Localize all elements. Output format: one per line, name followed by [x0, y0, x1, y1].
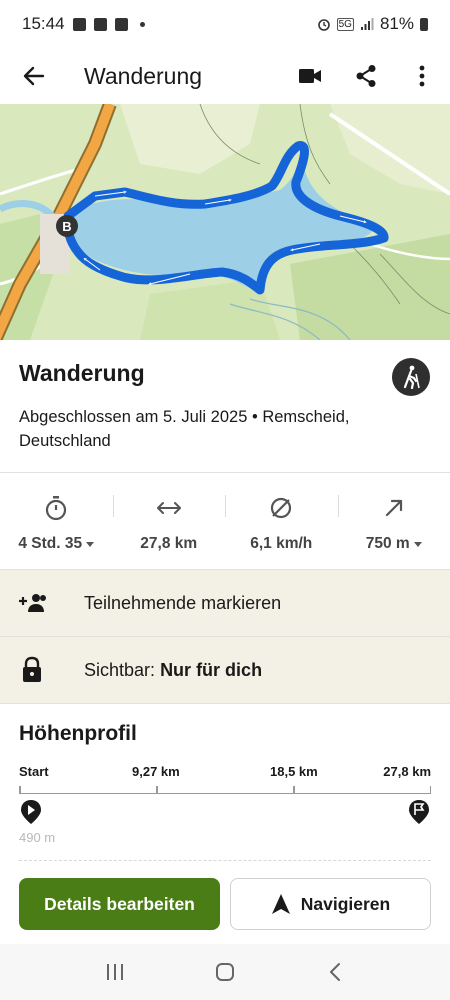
5g-icon: 5G	[336, 17, 354, 31]
navigate-label: Navigieren	[300, 893, 391, 914]
axis-label-1: 9,27 km	[132, 764, 180, 779]
activity-title: Wanderung	[19, 360, 145, 386]
elevation-markers	[19, 798, 431, 828]
stat-duration[interactable]: 4 Std. 35	[0, 473, 113, 569]
elevation-x-axis	[19, 786, 431, 794]
activity-header: Wanderung Abgeschlossen am 5. Juli 2025 …	[0, 340, 450, 472]
page-title: Wanderung	[84, 62, 203, 89]
elevation-axis-labels: Start 9,27 km 18,5 km 27,8 km	[19, 764, 431, 782]
duration-value-text: 4 Std. 35	[18, 535, 83, 552]
elevation-gridline	[19, 860, 431, 861]
arrow-back-icon	[23, 66, 45, 86]
recent-apps-icon	[107, 964, 123, 980]
status-bar: 15:44 5G 81%	[0, 0, 450, 48]
activity-type-button[interactable]	[392, 358, 430, 396]
app-bar-actions	[282, 48, 450, 104]
elevation-profile: Höhenprofil Start 9,27 km 18,5 km 27,8 k…	[0, 704, 450, 864]
activity-subtitle: Abgeschlossen am 5. Juli 2025 • Remschei…	[19, 408, 350, 450]
stat-elevation-value: 750 m	[366, 535, 422, 553]
distance-icon	[156, 495, 182, 521]
axis-tick	[19, 786, 21, 794]
status-time: 15:44	[22, 14, 65, 33]
elevation-y-label: 490 m	[19, 830, 56, 845]
stat-distance-value: 27,8 km	[140, 535, 198, 552]
signal-icon	[360, 18, 374, 30]
back-chevron-icon	[330, 963, 340, 981]
start-flag-icon	[21, 800, 41, 824]
route-start-marker[interactable]: B	[56, 215, 78, 237]
average-speed-icon	[269, 495, 293, 521]
navigate-button[interactable]: Navigieren	[230, 878, 431, 930]
chevron-down-icon	[86, 541, 95, 547]
axis-label-2: 18,5 km	[270, 764, 318, 779]
edit-details-button[interactable]: Details bearbeiten	[19, 878, 220, 930]
activity-stats: 4 Std. 35 27,8 km 6,1 km/h 750 m	[0, 473, 450, 569]
alarm-icon	[317, 19, 330, 31]
status-bar-left: 15:44	[22, 14, 145, 34]
battery-icon	[420, 17, 428, 31]
back-button[interactable]	[0, 48, 68, 104]
stat-elevation[interactable]: 750 m	[337, 473, 450, 569]
status-bar-right: 5G 81%	[317, 14, 428, 34]
route-map[interactable]: B	[0, 104, 450, 340]
visibility-value: Nur für dich	[160, 659, 263, 680]
back-nav-button[interactable]	[305, 952, 365, 992]
stopwatch-icon	[44, 495, 68, 521]
stat-distance: 27,8 km	[112, 473, 226, 569]
stat-speed-value: 6,1 km/h	[250, 535, 313, 552]
stat-duration-value: 4 Std. 35	[18, 535, 95, 553]
axis-tick	[156, 786, 158, 794]
add-person-icon	[0, 593, 84, 613]
navigation-arrow-icon	[271, 894, 290, 914]
map-canvas: B	[0, 104, 450, 340]
elevation-icon	[384, 495, 404, 521]
tag-participants-label: Teilnehmende markieren	[84, 592, 282, 613]
home-icon	[216, 963, 234, 981]
system-nav-bar	[0, 944, 450, 1000]
start-marker-label: B	[62, 219, 71, 234]
stat-average-speed: 6,1 km/h	[225, 473, 338, 569]
more-notifications-icon	[139, 21, 145, 27]
axis-label-end: 27,8 km	[383, 764, 431, 779]
share-icon	[356, 65, 376, 87]
home-button[interactable]	[195, 952, 255, 992]
battery-percent: 81%	[379, 14, 414, 33]
axis-tick	[429, 786, 431, 794]
elevation-value-text: 750 m	[365, 535, 410, 552]
elevation-profile-title: Höhenprofil	[19, 722, 137, 745]
lock-icon	[0, 656, 84, 684]
more-vert-icon	[419, 65, 425, 87]
visibility-prefix: Sichtbar:	[84, 659, 156, 680]
video-button[interactable]	[282, 48, 338, 104]
tag-participants-row[interactable]: Teilnehmende markieren	[0, 570, 450, 636]
app-bar: Wanderung	[0, 48, 450, 104]
bottom-actions: Details bearbeiten Navigieren	[0, 866, 450, 944]
axis-tick	[293, 786, 295, 794]
checklist-notification-icon	[93, 17, 107, 31]
video-camera-icon	[299, 69, 321, 83]
finish-flag-icon	[409, 800, 429, 824]
axis-label-start: Start	[19, 764, 49, 779]
more-options-button[interactable]	[394, 48, 450, 104]
visibility-row[interactable]: Sichtbar: Nur für dich	[0, 637, 450, 703]
share-button[interactable]	[338, 48, 394, 104]
chevron-down-icon	[413, 541, 422, 547]
recent-apps-button[interactable]	[85, 952, 145, 992]
visibility-label: Sichtbar: Nur für dich	[84, 660, 262, 681]
hiking-icon	[403, 365, 420, 389]
gallery-notification-icon	[72, 17, 86, 31]
mail-notification-icon	[114, 17, 128, 31]
